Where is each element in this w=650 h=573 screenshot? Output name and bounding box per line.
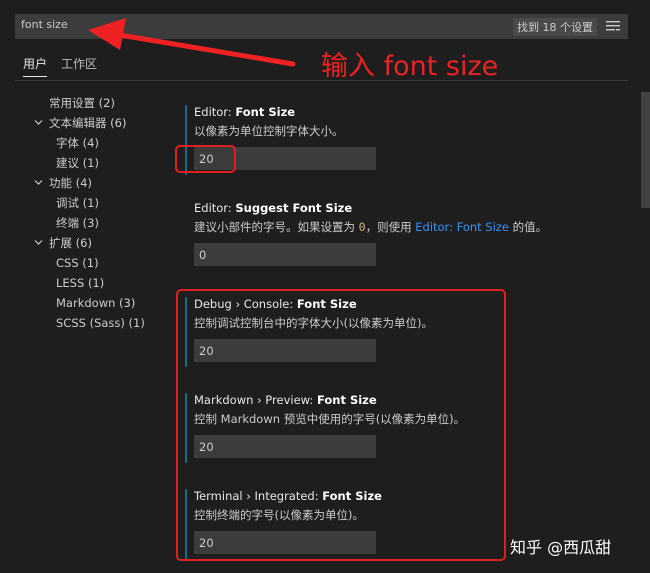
setting-editor-suggest-font-size: Editor: Suggest Font Size 建议小部件的字号。如果设置为… — [185, 201, 547, 271]
tab-workspace[interactable]: 工作区 — [61, 55, 97, 72]
toc-item-debug[interactable]: 调试 (1) — [56, 195, 99, 211]
setting-link[interactable]: Editor: Font Size — [415, 220, 509, 234]
search-bar[interactable]: font size 找到 18 个设置 — [15, 14, 628, 39]
setting-description: 以像素为单位控制字体大小。 — [194, 124, 344, 138]
toc-item-markdown[interactable]: Markdown (3) — [56, 296, 135, 310]
toc-item-less[interactable]: LESS (1) — [56, 276, 104, 290]
toc-item-scss[interactable]: SCSS (Sass) (1) — [56, 316, 145, 330]
toc-item-text-editor[interactable]: 文本编辑器 (6) — [49, 115, 126, 131]
filter-icon[interactable] — [606, 20, 620, 33]
search-input[interactable]: font size — [21, 18, 68, 31]
setting-description: 建议小部件的字号。如果设置为 0，则使用 Editor: Font Size 的… — [194, 220, 548, 234]
chevron-down-icon[interactable] — [34, 238, 43, 247]
chevron-down-icon[interactable] — [34, 118, 43, 127]
scrollbar-thumb[interactable] — [641, 92, 650, 208]
chevron-down-icon[interactable] — [34, 178, 43, 187]
annotation-label: 输入 font size — [321, 51, 499, 82]
toc-item-suggestions[interactable]: 建议 (1) — [56, 155, 99, 171]
toc-item-css[interactable]: CSS (1) — [56, 256, 99, 270]
search-result-count: 找到 18 个设置 — [513, 18, 597, 36]
watermark: 知乎 @西瓜甜 — [510, 538, 612, 557]
annotation-highlight-box — [176, 289, 506, 561]
tab-user[interactable]: 用户 — [23, 55, 48, 77]
setting-value-input[interactable]: 0 — [194, 243, 376, 266]
annotation-highlight-box — [175, 145, 236, 173]
toc-item-font[interactable]: 字体 (4) — [56, 135, 99, 151]
toc-item-terminal[interactable]: 终端 (3) — [56, 215, 99, 231]
toc-item-features[interactable]: 功能 (4) — [49, 175, 92, 191]
setting-title: Editor: Suggest Font Size — [194, 201, 353, 215]
toc-item-commonly-used[interactable]: 常用设置 (2) — [49, 95, 115, 111]
setting-title: Editor: Font Size — [194, 105, 296, 119]
toc-item-extensions[interactable]: 扩展 (6) — [49, 235, 92, 251]
